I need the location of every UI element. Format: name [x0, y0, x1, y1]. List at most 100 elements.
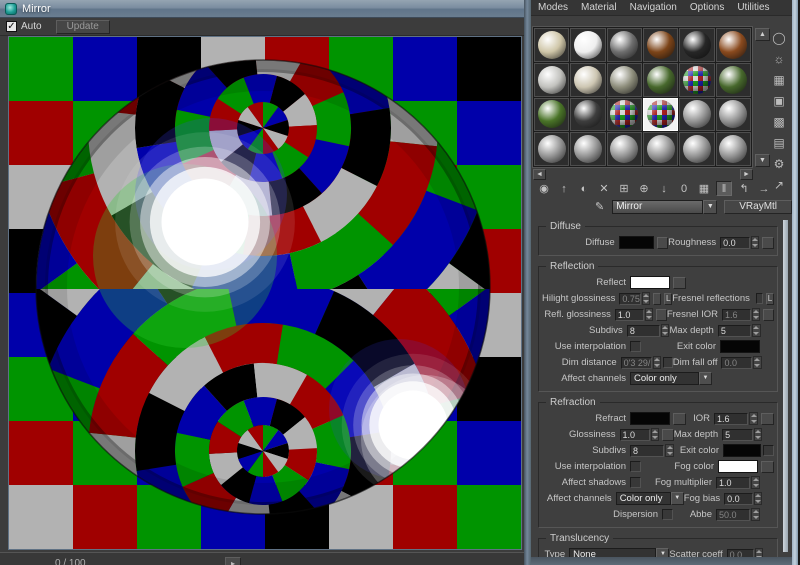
material-id-channel-icon[interactable]: 0 [676, 181, 692, 196]
make-preview-icon[interactable]: ▤ [769, 133, 789, 152]
put-material-to-scene-icon[interactable]: ↑ [556, 181, 572, 196]
diffuse-map-button[interactable] [657, 237, 669, 249]
refr-subdivs-spinner[interactable] [665, 444, 674, 457]
material-slot[interactable] [607, 132, 642, 166]
fog-color-map-button[interactable] [761, 461, 774, 473]
refr-affect-channels-dropdown[interactable]: Color only ▼ [616, 492, 684, 505]
material-slot[interactable] [570, 63, 605, 97]
ior-spinner[interactable] [749, 412, 758, 425]
go-to-parent-icon[interactable]: ↰ [736, 181, 752, 196]
material-slot[interactable] [570, 132, 605, 166]
sample-uv-tiling-icon[interactable]: ▣ [769, 91, 789, 110]
fog-multiplier-spinner[interactable] [751, 476, 760, 489]
material-slot[interactable] [570, 28, 605, 62]
refl-max-depth-spinner[interactable] [752, 324, 761, 337]
show-in-viewport-icon[interactable]: ▦ [696, 181, 712, 196]
reflect-color-swatch[interactable] [630, 276, 670, 289]
hilight-glossiness-spinner[interactable] [642, 292, 650, 305]
video-color-check-icon[interactable]: ▩ [769, 112, 789, 131]
material-slot[interactable] [534, 132, 569, 166]
dim-fall-off-spinner[interactable] [753, 356, 761, 369]
refl-glossiness-field[interactable]: 1.0 [615, 309, 644, 321]
roughness-map-button[interactable] [762, 237, 774, 249]
status-arrow-button[interactable]: ▸ [225, 557, 241, 565]
dim-distance-spinner[interactable] [653, 356, 661, 369]
material-slot[interactable] [716, 63, 751, 97]
material-slot[interactable] [643, 28, 678, 62]
material-slot[interactable] [679, 28, 714, 62]
diffuse-color-swatch[interactable] [619, 236, 654, 249]
material-slot[interactable] [679, 63, 714, 97]
menu-material[interactable]: Material [581, 2, 617, 13]
slot-scroll-left-button[interactable]: ◄ [533, 169, 546, 180]
chevron-down-icon[interactable]: ▼ [703, 200, 717, 214]
abbe-field[interactable]: 50.0 [716, 509, 750, 521]
fresnel-ior-map-button[interactable] [763, 309, 774, 321]
refr-glossiness-map-button[interactable] [662, 429, 674, 441]
roughness-spinner[interactable] [751, 236, 759, 249]
slot-scroll-right-button[interactable]: ► [740, 169, 753, 180]
material-slot[interactable] [716, 132, 751, 166]
refr-exit-color-swatch[interactable] [723, 444, 761, 457]
affect-shadows-checkbox[interactable] [630, 477, 641, 488]
fresnel-ior-spinner[interactable] [752, 308, 760, 321]
chevron-down-icon[interactable]: ▼ [671, 492, 684, 505]
dispersion-checkbox[interactable] [662, 509, 673, 520]
fresnel-lock-button[interactable]: L [766, 293, 774, 305]
abbe-spinner[interactable] [751, 508, 760, 521]
material-slot[interactable] [679, 98, 714, 132]
auto-checkbox[interactable]: ✓ [6, 21, 17, 32]
refl-subdivs-field[interactable]: 8 [627, 325, 660, 337]
dim-distance-field[interactable]: 0'3 29/ [621, 357, 652, 369]
menu-navigation[interactable]: Navigation [630, 2, 677, 13]
material-slot[interactable] [607, 28, 642, 62]
refl-use-interpolation-checkbox[interactable] [630, 341, 641, 352]
material-slot[interactable] [679, 132, 714, 166]
material-slot[interactable] [716, 98, 751, 132]
make-unique-icon[interactable]: ⊕ [636, 181, 652, 196]
material-slot[interactable] [607, 63, 642, 97]
assign-material-to-selection-icon[interactable]: ◐ [576, 181, 592, 196]
refract-map-button[interactable] [673, 413, 686, 425]
pick-material-eyedropper-icon[interactable]: ✎ [595, 200, 604, 213]
material-name-dropdown[interactable]: Mirror ▼ [612, 200, 717, 214]
material-slot[interactable] [643, 132, 678, 166]
ior-field[interactable]: 1.6 [714, 413, 748, 425]
reflect-map-button[interactable] [673, 277, 686, 289]
refr-exit-color-checkbox[interactable] [763, 445, 774, 456]
menu-options[interactable]: Options [690, 2, 724, 13]
update-button[interactable]: Update [56, 20, 110, 34]
options-icon[interactable]: ⚙ [769, 154, 789, 173]
background-icon[interactable]: ▦ [769, 70, 789, 89]
material-slot[interactable] [607, 98, 642, 132]
dim-fall-off-field[interactable]: 0.0 [721, 357, 752, 369]
material-slot-selected[interactable] [643, 98, 678, 132]
slot-scroll-down-button[interactable]: ▼ [755, 154, 770, 167]
refl-affect-channels-dropdown[interactable]: Color only ▼ [630, 372, 712, 385]
hilight-lock-button[interactable]: L [664, 293, 672, 305]
material-slot[interactable] [534, 63, 569, 97]
material-slot[interactable] [643, 63, 678, 97]
roughness-field[interactable]: 0.0 [720, 237, 750, 249]
refl-max-depth-field[interactable]: 5 [718, 325, 751, 337]
refr-use-interpolation-checkbox[interactable] [630, 461, 641, 472]
render-window-titlebar[interactable]: Mirror [0, 0, 524, 18]
sample-type-icon[interactable]: ◯ [769, 28, 789, 47]
fog-bias-field[interactable]: 0.0 [724, 493, 753, 505]
reset-map-icon[interactable]: ✕ [596, 181, 612, 196]
refr-subdivs-field[interactable]: 8 [630, 445, 664, 457]
material-type-button[interactable]: VRayMtl [724, 200, 792, 214]
fresnel-reflections-checkbox[interactable] [756, 293, 763, 304]
refract-color-swatch[interactable] [630, 412, 670, 425]
put-to-library-icon[interactable]: ↓ [656, 181, 672, 196]
refr-max-depth-field[interactable]: 5 [722, 429, 753, 441]
material-slot[interactable] [534, 28, 569, 62]
go-forward-sibling-icon[interactable]: → [756, 181, 772, 196]
dim-distance-checkbox[interactable] [663, 357, 673, 368]
show-end-result-icon[interactable]: ‖ [716, 181, 732, 196]
refl-glossiness-spinner[interactable] [645, 308, 653, 321]
slot-scroll-up-button[interactable]: ▲ [755, 28, 770, 41]
fresnel-ior-field[interactable]: 1.6 [722, 309, 751, 321]
menu-utilities[interactable]: Utilities [737, 2, 769, 13]
refl-subdivs-spinner[interactable] [661, 324, 670, 337]
